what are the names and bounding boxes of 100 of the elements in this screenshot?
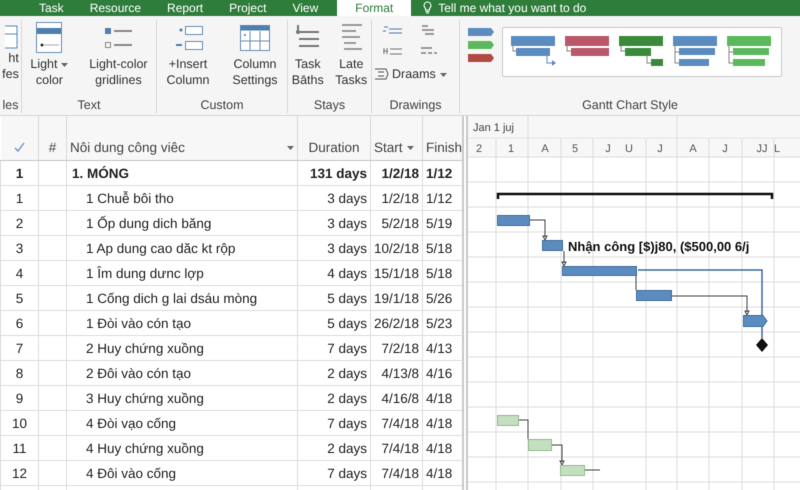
group-label: Drawings [388,97,443,113]
row-number: 3 [0,236,38,260]
table-cell: 19/1/18 [370,286,422,310]
caret-icon [287,146,294,150]
group-label: Stays [312,97,346,113]
ribbon-button[interactable]: +Insert Column [164,20,212,88]
timescale-label: A [689,143,697,155]
table-cell: 1 Chuễ bôi tho [66,186,298,210]
table-cell: 10/2/18 [370,236,422,260]
row-number: 4 [0,260,38,286]
group-label: les [2,97,20,113]
ribbon-button[interactable]: Task Bāths [288,20,327,88]
ribbon-tab[interactable]: Format [337,0,412,16]
table-cell: 4 Huy chứng xuồng [66,436,298,460]
lightbulb-icon [423,1,432,14]
task-bar [743,315,768,327]
timescale-label: J [605,143,611,155]
caret-icon [61,62,68,67]
ribbon-button[interactable]: Light-color gridlines [87,20,150,88]
ribbon-button[interactable]: Late Tasks [332,20,370,88]
ribbon-button[interactable]: Draams [372,66,459,82]
ribbon-tab[interactable]: Task [26,0,77,16]
task-bar [528,439,552,451]
ribbon-tab[interactable]: View [279,0,332,16]
table-cell: 2 Đôi vào cón tạo [66,360,298,386]
bar-style-icon[interactable] [468,28,494,36]
row-number: 10 [0,410,38,436]
table-cell: 1 Đòi vào cón tạo [66,310,298,336]
table-cell: 2 days [298,360,370,386]
bar-style-icon[interactable] [468,41,494,49]
table-cell: 7/4/18 [370,436,422,460]
table-cell: 3 days [298,236,370,260]
ribbon-tab[interactable]: Resource [76,0,154,16]
bar-style-icon[interactable] [468,54,494,62]
column-header[interactable]: # [48,140,56,155]
row-number: 9 [0,386,38,410]
task-bar [497,415,519,426]
row-number: 6 [0,310,38,336]
timescale-label: J [722,143,728,155]
row-number: 1 [0,160,38,186]
task-bar [497,215,530,226]
table-cell: 2 days [298,386,370,410]
group-label: Gantt Chart Style [581,97,679,113]
task-bar [542,240,563,251]
table-cell: 26/2/18 [370,310,422,336]
table-cell: 3 days [298,210,370,236]
timescale-label: 2 [476,143,482,155]
table-cell: 4 Đòi vạo cống [66,410,298,436]
table-cell: 1 Ốp dung dich băng [66,210,298,236]
table-cell: 5 days [298,310,370,336]
table-cell: 1/2/18 [370,160,422,186]
timescale-label: J [657,143,663,155]
table-cell: 4 days [298,260,370,286]
ribbon-tab[interactable]: Project [216,0,280,16]
ribbon-tab[interactable]: Report [154,0,216,16]
column-header[interactable]: Start [374,140,403,155]
timescale-label: JJ [756,143,768,155]
ribbon-button[interactable]: ht fes [0,20,21,82]
table-cell: 3 days [298,186,370,210]
timescale-label: L [774,143,780,155]
ribbon-button[interactable]: Column Settings [230,20,280,88]
table-cell: 7/2/18 [370,336,422,360]
ribbon-button[interactable]: Light color [28,20,70,88]
table-cell: 7 days [298,336,370,360]
row-number: 7 [0,336,38,360]
row-number: 12 [0,460,38,486]
caret-icon [406,146,414,150]
connector-line [530,220,548,240]
table-cell: 7/4/18 [370,460,422,486]
row-number: 1 [0,186,38,210]
table-cell: 1 Ap dung cao dăc kt rộp [66,236,298,260]
timescale-label: Jan 1 juj [473,122,514,134]
row-number: 8 [0,360,38,386]
column-header[interactable]: Nôi dung công viêc [70,140,185,155]
table-cell: 7 days [298,410,370,436]
timescale-label: A [541,143,549,155]
drawing-icon [374,67,389,81]
row-number: 2 [0,210,38,236]
table-cell: 4/13/8 [370,360,422,386]
tell-me-text[interactable]: Tell me what you want to do [438,0,586,16]
table-cell: 1/2/18 [370,186,422,210]
task-bar [560,465,585,476]
connector-line [552,444,565,466]
task-bar [636,290,672,301]
table-cell: 1 Cống dich g lai dsáu mòng [66,286,298,310]
table-cell: 1 Îm dung dưnc lợp [66,260,298,286]
table-cell: 3 Huy chứng xuồng [66,386,298,410]
bar-label: Nhận công [$)j80, ($500,00 6/j [568,239,750,254]
milestone-diamond [756,338,768,352]
timescale-label: U [625,143,633,155]
table-cell: 7/4/18 [370,410,422,436]
table-cell: 131 days [298,160,370,186]
table-cell: 5 days [298,286,370,310]
table-cell: 2 Huy chứng xuồng [66,336,298,360]
connector-line [518,420,528,440]
row-number: 5 [0,286,38,310]
table-cell: 1. MÓNG [66,160,298,186]
table-cell: 7 days [298,460,370,486]
caret-icon [440,72,447,77]
connector-line [562,250,567,266]
